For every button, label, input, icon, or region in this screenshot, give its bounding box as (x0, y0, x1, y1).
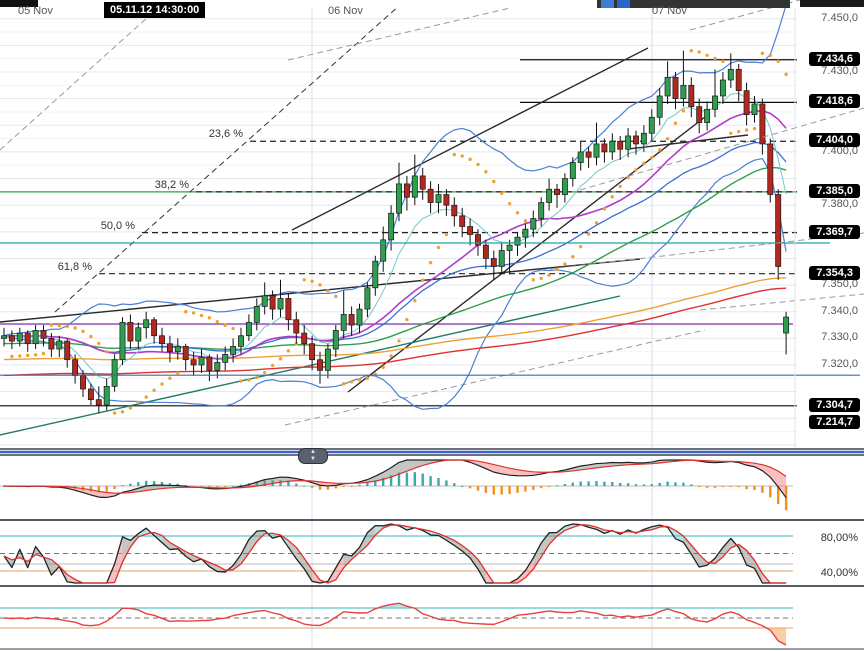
crosshair-timestamp-badge: 05.11.12 14:30:00 (104, 2, 205, 18)
price-axis-label: 7.450,0 (821, 12, 858, 24)
price-level-badge: 7.385,0 (809, 184, 860, 198)
toolbar-fragment-corner (800, 0, 864, 7)
fibonacci-retracement-label: 50,0 % (83, 220, 135, 232)
trading-chart-window: 05 Nov 06 Nov 07 Nov 05.11.12 14:30:00 7… (0, 0, 864, 651)
date-label-07nov: 07 Nov (652, 5, 687, 17)
splitter-up-icon: ▲ (299, 449, 327, 456)
chart-canvas[interactable] (0, 0, 864, 651)
stochastic-threshold-label: 40,00% (821, 567, 858, 579)
price-level-badge: 7.369,7 (809, 225, 860, 239)
price-axis-label: 7.350,0 (821, 278, 858, 290)
price-level-badge: 7.214,7 (809, 415, 860, 429)
panel-splitter-handle[interactable]: ▲▼ (298, 448, 328, 464)
toolbar-chip-icon[interactable] (601, 0, 614, 8)
price-level-badge: 7.434,6 (809, 52, 860, 66)
fibonacci-retracement-label: 23,6 % (191, 128, 243, 140)
price-level-badge: 7.418,6 (809, 94, 860, 108)
price-axis-label: 7.380,0 (821, 198, 858, 210)
price-level-badge: 7.404,0 (809, 133, 860, 147)
price-axis-label: 7.430,0 (821, 65, 858, 77)
stochastic-threshold-label: 80,00% (821, 532, 858, 544)
price-axis-label: 7.320,0 (821, 358, 858, 370)
price-axis-label: 7.330,0 (821, 331, 858, 343)
price-level-badge: 7.354,3 (809, 266, 860, 280)
fibonacci-retracement-label: 61,8 % (40, 261, 92, 273)
price-level-badge: 7.304,7 (809, 398, 860, 412)
date-label-05nov: 05 Nov (18, 5, 53, 17)
date-label-06nov: 06 Nov (328, 5, 363, 17)
fibonacci-retracement-label: 38,2 % (137, 179, 189, 191)
splitter-down-icon: ▼ (299, 456, 327, 463)
toolbar-chip-icon[interactable] (617, 0, 630, 8)
price-axis-label: 7.340,0 (821, 305, 858, 317)
